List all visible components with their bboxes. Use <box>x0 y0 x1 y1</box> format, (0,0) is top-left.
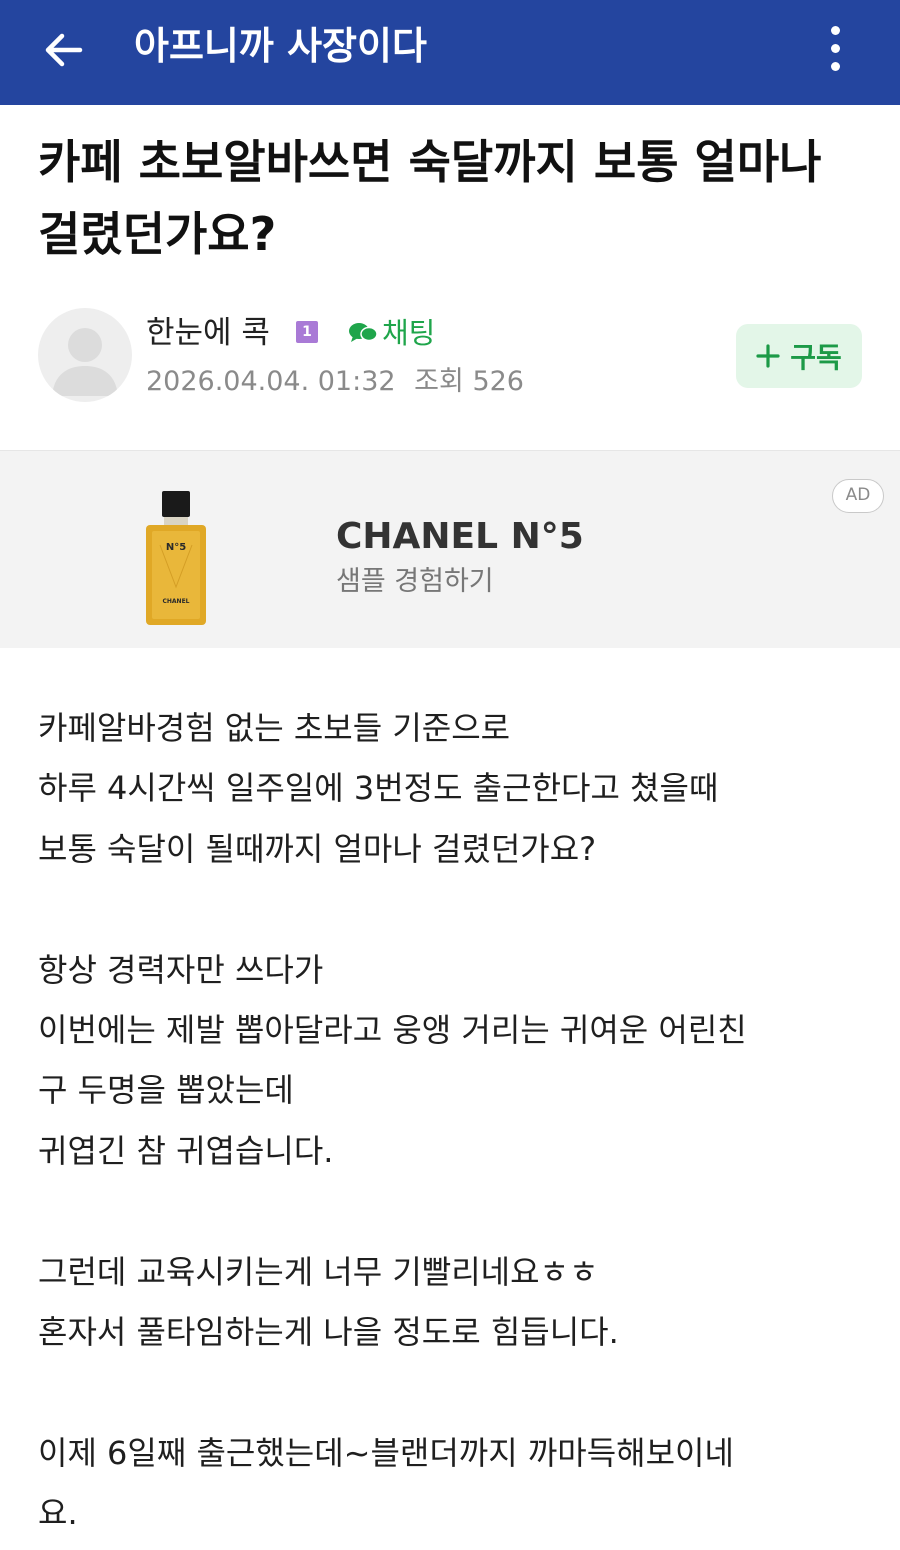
ad-brand[interactable]: CHANEL N°5 <box>336 515 584 559</box>
member-level-badge: 1 <box>296 321 318 343</box>
body-line: 혼자서 풀타임하는게 나을 정도로 힘듭니다. <box>38 1313 619 1352</box>
views-count: 526 <box>472 366 524 397</box>
back-button[interactable] <box>36 22 92 78</box>
body-line: 구 두명을 뽑았는데 <box>38 1071 294 1110</box>
bottle-label: N°5 <box>166 542 186 553</box>
perfume-bottle-image: N°5 CHANEL <box>146 491 206 625</box>
avatar[interactable] <box>38 308 132 402</box>
post-title: 카페 초보알바쓰면 숙달까지 보통 얼마나 걸렸던가요? <box>38 135 822 261</box>
default-profile-icon <box>52 328 118 396</box>
body-line: 귀엽긴 참 귀엽습니다. <box>38 1131 334 1170</box>
body-line: 카페알바경험 없는 초보들 기준으로 <box>38 709 511 747</box>
subscribe-label: 구독 <box>790 341 842 374</box>
chat-button[interactable]: 채팅 <box>348 312 435 354</box>
post-meta: 2026.04.04. 01:32 조회 526 <box>146 362 524 402</box>
ad-badge[interactable]: AD <box>832 479 884 513</box>
subscribe-button[interactable]: 구독 <box>736 324 862 388</box>
bottle-brand: CHANEL <box>162 598 189 605</box>
post-datetime: 2026.04.04. 01:32 <box>146 366 396 397</box>
ad-banner[interactable]: AD N°5 CHANEL CHANEL N°5 샘플 경험하기 <box>0 450 900 648</box>
post-body: 카페알바경험 없는 초보들 기준으로 하루 4시간씩 일주일에 3번정도 출근한… <box>38 698 868 1544</box>
arrow-left-icon <box>45 33 83 67</box>
more-menu-button[interactable] <box>812 20 858 76</box>
body-line: 보통 숙달이 될때까지 얼마나 걸렸던가요? <box>38 829 597 868</box>
author-info: 한눈에 콕 1 채팅 2026.04.04. 01:32 조회 526 구독 <box>38 308 864 404</box>
chat-label: 채팅 <box>382 316 436 350</box>
more-vertical-icon <box>830 25 840 35</box>
cafe-title[interactable]: 아프니까 사장이다 <box>134 18 427 74</box>
views-label: 조회 <box>414 366 464 397</box>
body-line: 요. <box>38 1494 78 1533</box>
plus-icon <box>756 344 780 368</box>
chat-bubble-icon <box>349 323 378 342</box>
body-line: 하루 4시간씩 일주일에 3번정도 출근한다고 쳤을때 <box>38 769 719 808</box>
body-line: 이번에는 제발 뽑아달라고 웅앵 거리는 귀여운 어린친 <box>38 1011 747 1050</box>
body-line: 이제 6일째 출근했는데~블랜더까지 까마득해보이네 <box>38 1433 734 1472</box>
body-line: 그런데 교육시키는게 너무 기빨리네요ㅎㅎ <box>38 1252 599 1291</box>
body-line: 항상 경력자만 쓰다가 <box>38 950 324 989</box>
ad-cta[interactable]: 샘플 경험하기 <box>336 563 494 601</box>
app-bar: 아프니까 사장이다 <box>0 0 900 105</box>
author-name[interactable]: 한눈에 콕 <box>146 312 270 354</box>
